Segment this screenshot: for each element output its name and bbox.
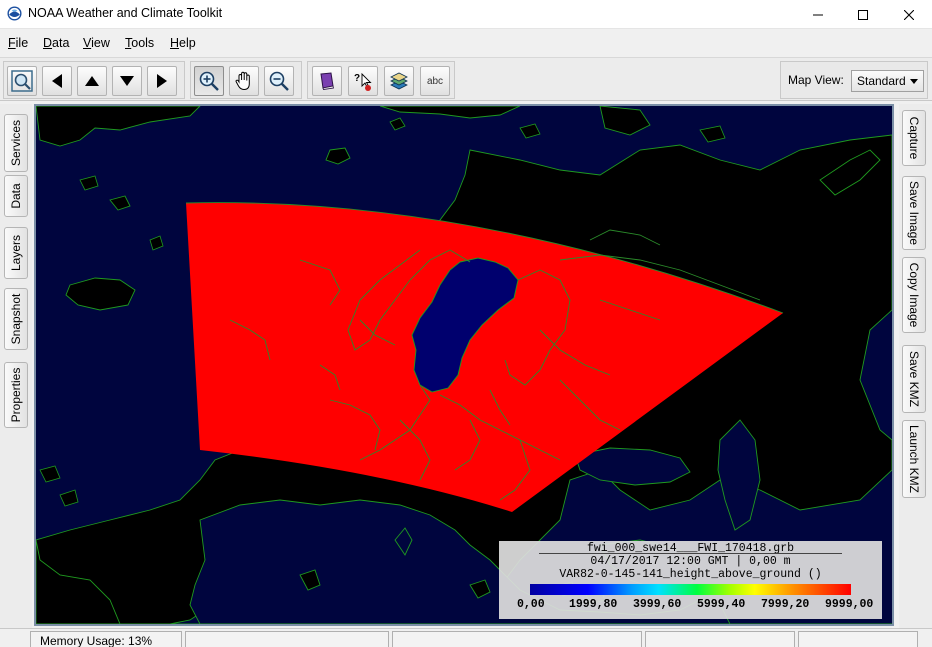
pan-left-button[interactable] [42,66,72,96]
tab-services[interactable]: Services [4,114,28,172]
menu-view[interactable]: View [83,36,110,50]
app-window: NOAA Weather and Climate Toolkit File Da… [0,0,932,647]
identify-icon: ? [354,72,372,91]
pan-down-button[interactable] [112,66,142,96]
menu-help-mnemonic: H [170,36,180,50]
tab-properties[interactable]: Properties [4,362,28,428]
status-cell-5 [798,631,918,647]
menu-file-label: ile [15,36,29,50]
save-kmz-label: Save KMZ [907,350,921,408]
bookmark-icon [320,72,334,90]
status-bar: Memory Usage: 13% [0,628,932,647]
zoom-in-button[interactable] [194,66,224,96]
save-image-button[interactable]: Save Image [902,176,926,250]
hand-pan-icon [235,71,250,91]
legend-tick-4: 7999,20 [761,598,810,611]
map-view-value: Standard [857,74,906,88]
tab-data[interactable]: Data [4,175,28,217]
maximize-icon [858,9,868,20]
zoom-tools-group [190,61,302,99]
menu-tools-label: ools [131,36,155,50]
pan-up-icon [85,76,99,86]
minimize-button[interactable] [795,0,841,29]
toolbar: ? abc Map View: Standard [0,57,932,101]
identify-button[interactable]: ? [348,66,378,96]
map-view[interactable]: fwi_000_swe14___FWI_170418.grb 04/17/201… [34,104,894,626]
left-side-panel: Services Data Layers Snapshot Properties [0,104,32,628]
pan-down-icon [120,76,134,86]
zoom-to-extent-button[interactable] [7,66,37,96]
map-legend: fwi_000_swe14___FWI_170418.grb 04/17/201… [499,541,882,619]
save-kmz-button[interactable]: Save KMZ [902,345,926,413]
map-view-label: Map View: [788,73,844,87]
tab-layers[interactable]: Layers [4,227,28,279]
legend-tick-2: 3999,60 [633,598,682,611]
menu-help[interactable]: Help [170,36,196,50]
label-button[interactable]: abc [420,66,450,96]
map-view-select[interactable]: Standard [851,70,924,92]
status-cell-4 [645,631,795,647]
zoom-out-button[interactable] [264,66,294,96]
menu-view-label: iew [91,36,110,50]
menu-tools[interactable]: Tools [125,36,154,50]
copy-image-label: Copy Image [907,262,921,328]
noaa-logo-icon [7,6,22,21]
pan-right-icon [157,74,167,88]
layers-button[interactable] [384,66,414,96]
navigation-group [3,61,185,99]
menu-data[interactable]: Data [43,36,69,50]
svg-text:?: ? [354,73,360,84]
title-bar: NOAA Weather and Climate Toolkit [0,0,932,29]
pan-left-icon [52,74,62,88]
tab-properties-label: Properties [9,367,23,423]
layers-icon [390,72,408,90]
map-view-group: Map View: Standard [780,61,928,99]
tab-services-label: Services [9,119,23,167]
pan-right-button[interactable] [147,66,177,96]
tab-layers-label: Layers [9,234,23,272]
copy-image-button[interactable]: Copy Image [902,257,926,333]
zoom-in-icon [199,71,219,91]
menu-bar: File Data View Tools Help [0,30,932,56]
status-cell-3 [392,631,642,647]
launch-kmz-button[interactable]: Launch KMZ [902,420,926,498]
right-side-panel: Capture Save Image Copy Image Save KMZ L… [899,104,932,628]
tab-snapshot-label: Snapshot [9,293,23,345]
pan-up-button[interactable] [77,66,107,96]
legend-variable: VAR82-0-145-141_height_above_ground () [559,568,822,581]
menu-file-mnemonic: F [8,36,16,50]
data-tools-group: ? abc [307,61,455,99]
label-icon: abc [426,75,444,87]
memory-usage: Memory Usage: 13% [30,631,182,647]
launch-kmz-label: Launch KMZ [907,424,921,494]
window-title: NOAA Weather and Climate Toolkit [28,6,223,20]
minimize-icon [813,14,823,15]
menu-data-label: ata [52,36,70,50]
capture-label: Capture [907,116,921,160]
tab-snapshot[interactable]: Snapshot [4,288,28,350]
bookmark-button[interactable] [312,66,342,96]
tab-data-label: Data [9,183,23,209]
zoom-to-extent-icon [11,70,33,92]
zoom-out-icon [269,71,289,91]
capture-button[interactable]: Capture [902,110,926,166]
menu-help-label: elp [179,36,196,50]
chevron-down-icon [910,79,918,84]
close-button[interactable] [886,0,932,29]
menu-data-mnemonic: D [43,36,53,50]
menu-view-mnemonic: V [83,36,92,50]
menu-file[interactable]: File [8,36,28,50]
hand-pan-button[interactable] [229,66,259,96]
legend-tick-5: 9999,00 [825,598,874,611]
save-image-label: Save Image [907,180,921,246]
legend-tick-0: 0,00 [517,598,545,611]
legend-tick-3: 5999,40 [697,598,746,611]
close-icon [904,9,914,20]
legend-tick-1: 1999,80 [569,598,618,611]
maximize-button[interactable] [840,0,886,29]
legend-datetime: 04/17/2017 12:00 GMT | 0,00 m [590,555,791,568]
legend-colorbar [530,584,851,595]
legend-underline [539,553,842,554]
status-cell-2 [185,631,389,647]
